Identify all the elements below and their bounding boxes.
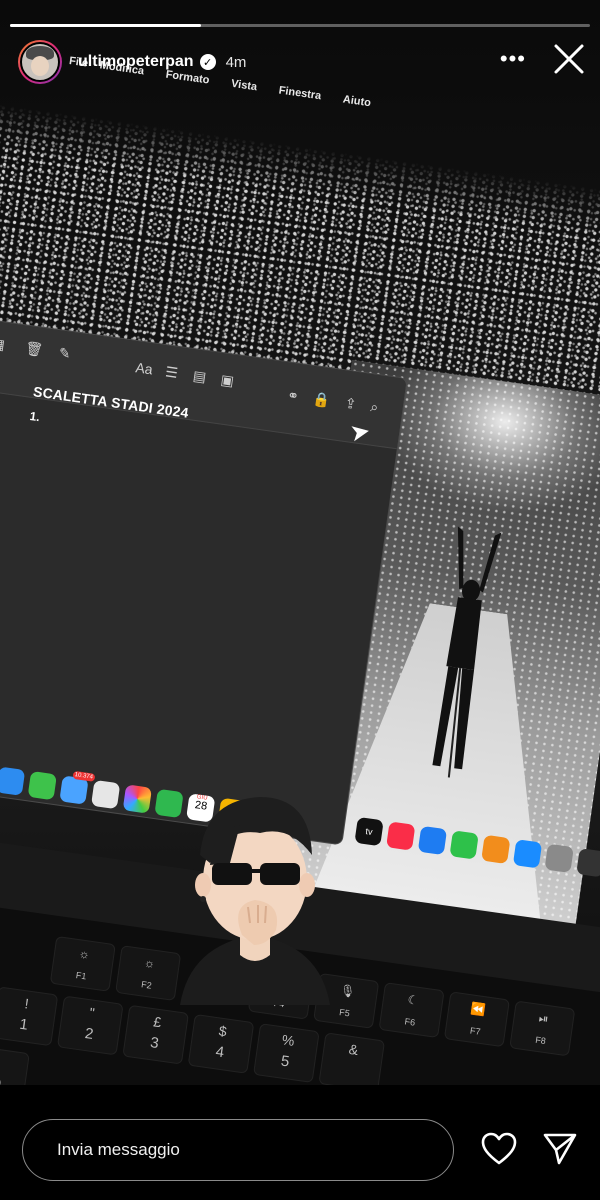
more-icon[interactable]: •••	[500, 46, 526, 72]
mail-icon: 10.374	[59, 770, 96, 805]
media-icon[interactable]: ▣	[220, 371, 235, 390]
maps-icon	[90, 779, 121, 810]
key-o-partial: O	[0, 1045, 30, 1085]
menu-aiuto: Aiuto	[342, 93, 372, 110]
apple-tv-icon: tv	[354, 816, 384, 847]
key-5: % 5	[253, 1023, 320, 1084]
key-3: £3	[122, 1004, 189, 1065]
grid-icon[interactable]: ▦	[0, 335, 6, 354]
key-f8: ⏯ F8	[509, 1000, 576, 1057]
keynote-icon	[417, 825, 448, 856]
search-icon[interactable]: ⌕	[369, 398, 379, 416]
numbers-icon	[449, 830, 479, 860]
reply-bar	[0, 1085, 600, 1200]
message-input[interactable]	[55, 1139, 439, 1161]
app-store-icon	[512, 839, 543, 869]
garageband-icon	[576, 848, 600, 878]
messages-icon	[27, 770, 57, 801]
key-f1: ☼ F1	[49, 935, 116, 992]
post-time: 4m	[225, 53, 247, 71]
memoji-sticker	[180, 797, 330, 1005]
key-1: ! 1	[0, 986, 59, 1047]
key-f7: ⏪ F7	[443, 991, 510, 1048]
avatar[interactable]	[18, 40, 62, 84]
music-icon	[386, 821, 416, 851]
close-icon[interactable]	[550, 40, 588, 78]
compose-icon[interactable]: ✎	[58, 344, 72, 362]
key-4: $4	[187, 1013, 255, 1074]
photos-icon	[122, 784, 153, 814]
table-icon[interactable]: ▤	[192, 367, 207, 386]
key-2: " 2	[56, 995, 124, 1056]
settings-icon	[544, 843, 574, 873]
trash-icon[interactable]: 🗑	[24, 340, 44, 359]
verified-badge-icon: ✓	[199, 54, 216, 70]
collaborate-icon[interactable]: ⚭	[286, 387, 300, 405]
message-field[interactable]	[22, 1119, 454, 1181]
mail-badge: 10.374	[72, 770, 96, 782]
share-icon[interactable]: ⇪	[344, 395, 358, 413]
story-progress-bar	[10, 24, 590, 27]
menu-finestra: Finestra	[277, 84, 322, 103]
note-line-1: 1.	[28, 408, 41, 425]
story-photo: File Modifica Formato Vista Finestra Aiu…	[0, 0, 600, 1085]
heart-icon[interactable]	[481, 1132, 517, 1166]
key-6: &	[318, 1032, 386, 1085]
story-progress-fill	[10, 24, 202, 27]
send-icon[interactable]	[542, 1131, 578, 1167]
finder-icon	[0, 766, 26, 796]
pages-icon	[481, 834, 511, 865]
key-f6: ☾ F6	[378, 982, 445, 1039]
story-header: ultimopeterpan ✓ 4m •••	[18, 40, 588, 84]
checklist-icon[interactable]: ☰	[164, 363, 179, 382]
lock-icon[interactable]: 🔒	[312, 390, 331, 409]
username[interactable]: ultimopeterpan	[78, 53, 194, 71]
font-format-button[interactable]: Aa	[135, 359, 154, 377]
